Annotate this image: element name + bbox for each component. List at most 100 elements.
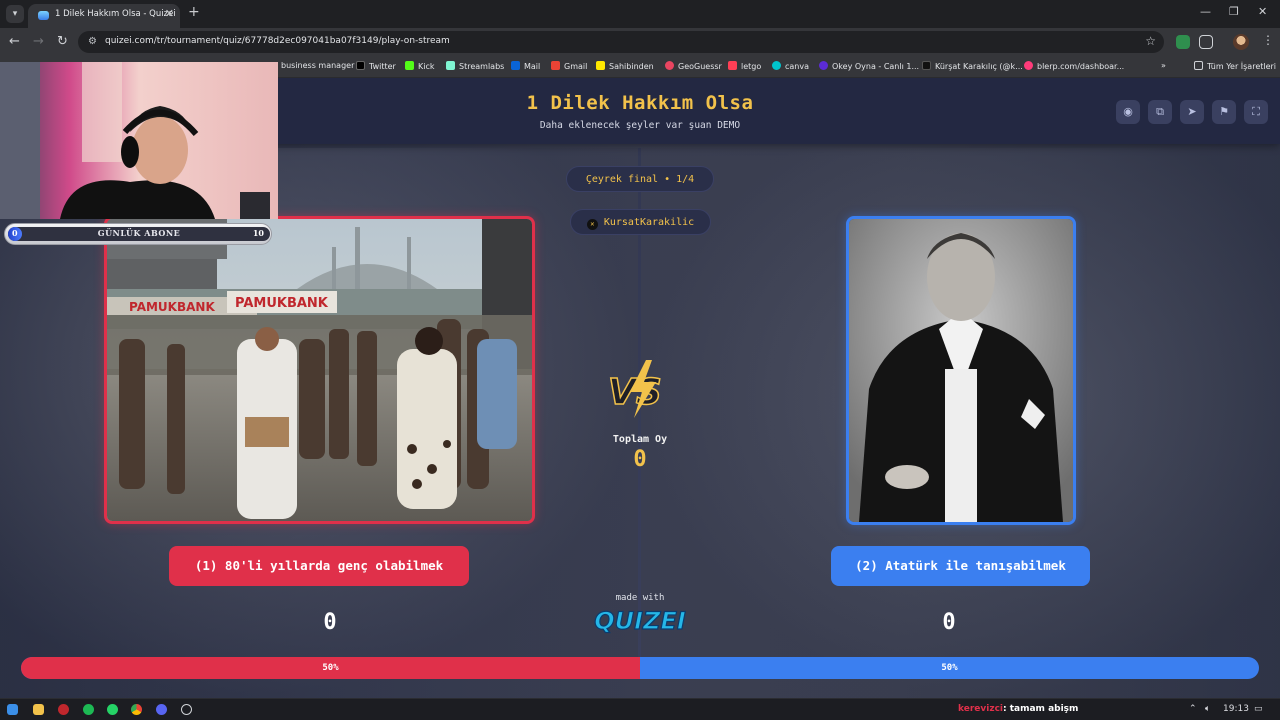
report-flag-icon[interactable]: ⚑ xyxy=(1212,100,1236,124)
chat-text: : tamam abişm xyxy=(1003,704,1079,714)
whatsapp-icon[interactable] xyxy=(107,704,118,715)
sahibinden-logo-icon xyxy=(596,61,605,70)
ataturk-portrait-photo xyxy=(849,219,1073,522)
site-info-icon[interactable]: ⚙ xyxy=(88,36,97,47)
canva-logo-icon xyxy=(772,61,781,70)
discord-icon[interactable] xyxy=(156,704,167,715)
stream-chat-message: kerevizci: tamam abişm xyxy=(958,704,1078,714)
quizei-logo[interactable]: QUIZEI xyxy=(592,604,688,636)
streamer-username-badge: ✕ KursatKarakilic xyxy=(570,209,711,235)
user-avatar-icon: ✕ xyxy=(586,219,598,230)
svg-text:PAMUKBANK: PAMUKBANK xyxy=(235,296,329,311)
bookmark-item[interactable]: Kick xyxy=(405,61,435,71)
tiktok-logo-icon xyxy=(922,61,931,70)
vs-lightning-icon: VS xyxy=(607,360,663,418)
sub-goal-label: GÜNLÜK ABONE xyxy=(97,228,181,238)
mail-logo-icon xyxy=(511,61,520,70)
gmail-logo-icon xyxy=(551,61,560,70)
close-window-icon[interactable]: ✕ xyxy=(1258,5,1267,18)
kick-logo-icon xyxy=(405,61,414,70)
address-bar[interactable]: ⚙ quizei.com/tr/tournament/quiz/67778d2e… xyxy=(78,31,1164,53)
share-send-icon[interactable]: ➤ xyxy=(1180,100,1204,124)
browser-menu-dots-icon[interactable]: ⋮ xyxy=(1262,33,1274,47)
webcam-feed xyxy=(0,62,278,219)
chat-nickname: kerevizci xyxy=(958,704,1003,714)
windows-start-icon[interactable] xyxy=(7,704,18,715)
vote-progress-bar: 50% 50% xyxy=(21,657,1259,679)
browser-tab-active[interactable]: 1 Dilek Hakkım Olsa - Quizei ✕ xyxy=(28,4,180,28)
round-indicator: Çeyrek final • 1/4 xyxy=(566,166,714,192)
bookmark-item[interactable]: Sahibinden xyxy=(596,61,654,71)
volume-icon[interactable]: 🔈︎ xyxy=(1205,704,1210,714)
bookmark-item[interactable]: Gmail xyxy=(551,61,587,71)
vote-percent-right: 50% xyxy=(941,663,958,673)
option-right-score: 0 xyxy=(942,610,956,635)
bookmark-item[interactable]: Kürşat Karakılıç (@k... xyxy=(922,61,1023,71)
restore-window-icon[interactable]: ❐ xyxy=(1229,5,1239,18)
bookmark-item[interactable]: canva xyxy=(772,61,809,71)
eye-icon[interactable]: ◉ xyxy=(1116,100,1140,124)
obs-icon[interactable] xyxy=(181,704,192,715)
option-left-image[interactable]: PAMUKBANK PAMUKBANK xyxy=(104,216,535,524)
minimize-window-icon[interactable]: — xyxy=(1200,5,1211,18)
reload-icon[interactable]: ↻ xyxy=(57,34,68,49)
url-text[interactable]: quizei.com/tr/tournament/quiz/67778d2ec0… xyxy=(105,36,450,46)
tray-chevron-up-icon[interactable]: ⌃ xyxy=(1189,704,1197,714)
forward-arrow-icon[interactable]: → xyxy=(33,34,44,49)
tab-title: 1 Dilek Hakkım Olsa - Quizei xyxy=(55,9,176,19)
spotify-icon[interactable] xyxy=(83,704,94,715)
vote-percent-left: 50% xyxy=(322,663,339,673)
close-tab-icon[interactable]: ✕ xyxy=(165,7,174,20)
quizei-logo-text: QUIZEI xyxy=(594,607,686,635)
daily-sub-goal-bar: 0 GÜNLÜK ABONE 10 xyxy=(4,223,272,245)
more-bookmarks-chevron-icon[interactable]: » xyxy=(1161,61,1166,70)
option-left-score: 0 xyxy=(323,610,337,635)
back-arrow-icon[interactable]: ← xyxy=(9,34,20,49)
letgo-logo-icon xyxy=(728,61,737,70)
bookmark-item[interactable]: Twitter xyxy=(356,61,396,71)
profile-avatar[interactable] xyxy=(1233,34,1249,50)
extensions-puzzle-icon[interactable] xyxy=(1199,35,1213,49)
made-with-label: made with xyxy=(615,593,665,603)
bookmark-star-icon[interactable]: ☆ xyxy=(1145,34,1156,48)
x-logo-icon xyxy=(356,61,365,70)
browser-tab-bar: ▾ 1 Dilek Hakkım Olsa - Quizei ✕ + — ❐ ✕ xyxy=(0,0,1280,28)
fullscreen-icon[interactable]: ⛶ xyxy=(1244,100,1268,124)
opera-gx-icon[interactable] xyxy=(58,704,69,715)
bookmark-item[interactable]: Mail xyxy=(511,61,540,71)
streamer-username: KursatKarakilic xyxy=(603,217,695,228)
file-explorer-icon[interactable] xyxy=(33,704,44,715)
total-votes-label: Toplam Oy xyxy=(612,434,668,445)
quizei-favicon-icon xyxy=(38,11,49,20)
streamlabs-logo-icon xyxy=(446,61,455,70)
new-tab-plus-icon[interactable]: + xyxy=(188,4,200,20)
chrome-icon[interactable] xyxy=(131,704,142,715)
svg-text:PAMUKBANK: PAMUKBANK xyxy=(129,300,215,314)
clock-time[interactable]: 19:13 xyxy=(1223,704,1249,714)
geoguessr-pin-icon xyxy=(665,61,674,70)
total-votes-value: 0 xyxy=(633,447,647,472)
istanbul-street-photo: PAMUKBANK PAMUKBANK xyxy=(107,219,532,521)
option-right-image[interactable] xyxy=(846,216,1076,525)
bookmark-item[interactable]: blerp.com/dashboar... xyxy=(1024,61,1124,71)
bookmark-item[interactable]: business manager xyxy=(281,61,354,70)
screen: ▾ 1 Dilek Hakkım Olsa - Quizei ✕ + — ❐ ✕… xyxy=(0,0,1280,720)
windows-taskbar: kerevizci: tamam abişm ⌃ 🔈︎ 19:13 ▭ xyxy=(0,698,1280,720)
option-right-button[interactable]: (2) Atatürk ile tanışabilmek xyxy=(831,546,1090,586)
bookmark-item[interactable]: Okey Oyna - Canlı 1... xyxy=(819,61,919,71)
bookmark-item[interactable]: letgo xyxy=(728,61,761,71)
sub-goal-target: 10 xyxy=(252,228,264,238)
all-bookmarks-folder[interactable]: Tüm Yer İşaretleri xyxy=(1194,61,1276,71)
copy-link-icon[interactable]: ⧉ xyxy=(1148,100,1172,124)
option-left-button[interactable]: (1) 80'li yıllarda genç olabilmek xyxy=(169,546,469,586)
bookmark-item[interactable]: Streamlabs xyxy=(446,61,504,71)
browser-toolbar: ← → ↻ ⚙ quizei.com/tr/tournament/quiz/67… xyxy=(0,28,1280,56)
webcam-overlay xyxy=(0,62,278,219)
tab-list-chevron-icon[interactable]: ▾ xyxy=(6,5,24,23)
extension-shield-icon[interactable] xyxy=(1176,35,1190,49)
bookmark-item[interactable]: GeoGuessr xyxy=(665,61,722,71)
notifications-icon[interactable]: ▭ xyxy=(1254,704,1263,714)
okey-logo-icon xyxy=(819,61,828,70)
svg-text:VS: VS xyxy=(608,372,662,413)
folder-icon xyxy=(1194,61,1203,70)
